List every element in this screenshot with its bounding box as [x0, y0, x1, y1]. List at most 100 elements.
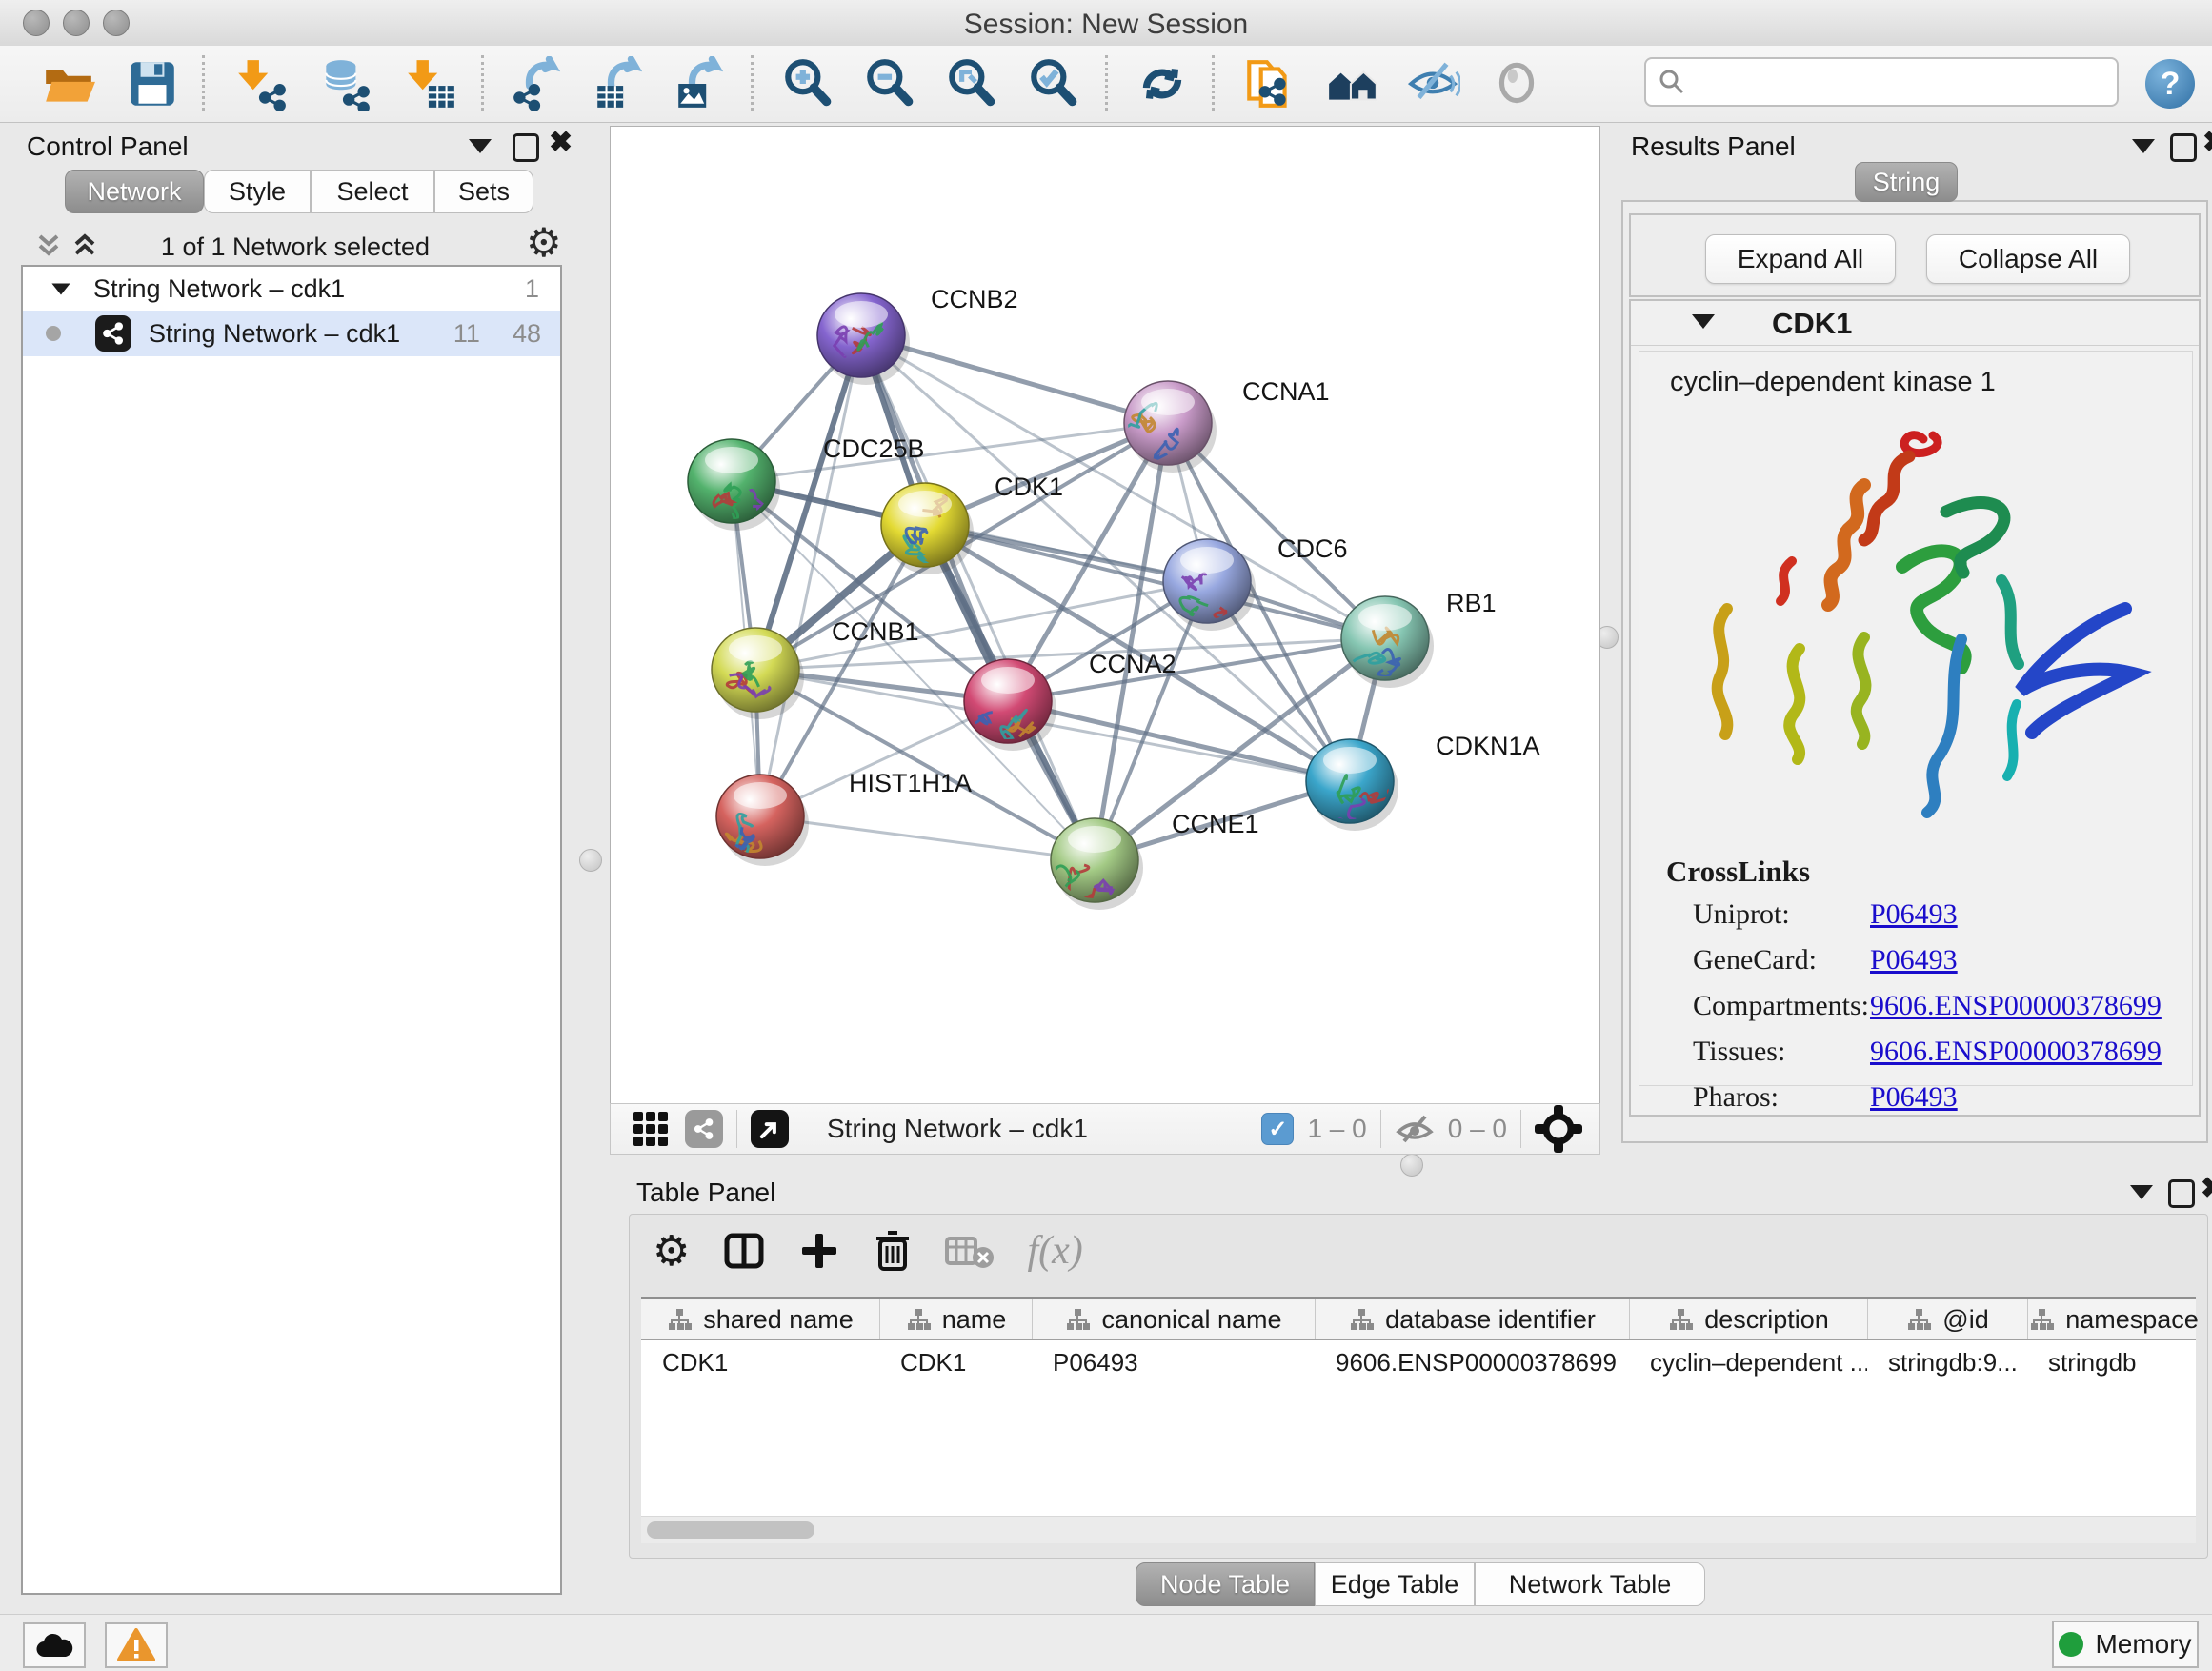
tab-edge-table[interactable]: Edge Table [1315, 1562, 1475, 1606]
node-section-header[interactable]: CDK1 [1631, 301, 2199, 346]
import-network-file-icon[interactable] [231, 53, 292, 114]
warnings-button[interactable] [105, 1622, 168, 1668]
panel-float-icon[interactable] [2170, 133, 2197, 162]
panel-float-icon[interactable] [2168, 1179, 2195, 1208]
column-header-shared-name[interactable]: shared name [641, 1299, 879, 1339]
open-in-window-icon[interactable] [751, 1110, 789, 1148]
network-node-CDK1[interactable]: CDK1 [881, 473, 1063, 574]
show-all-icon[interactable] [1486, 53, 1547, 114]
delete-column-trash-icon[interactable] [873, 1229, 913, 1273]
panel-menu-icon[interactable] [2132, 139, 2155, 153]
network-view-toolbar: String Network – cdk1 ✓ 1 – 0 0 – 0 [610, 1103, 1600, 1155]
export-table-icon[interactable] [589, 53, 650, 114]
table-cell: CDK1 [879, 1340, 1032, 1382]
network-node-CDKN1A[interactable]: CDKN1A [1306, 732, 1540, 831]
hidden-eye-slash-icon[interactable] [1395, 1113, 1435, 1145]
column-header-canonical-name[interactable]: canonical name [1032, 1299, 1315, 1339]
tab-style[interactable]: Style [204, 170, 311, 213]
column-header-namespace[interactable]: namespace [2027, 1299, 2200, 1339]
apply-layout-icon[interactable] [1132, 53, 1193, 114]
question-mark-icon: ? [2161, 66, 2181, 103]
first-neighbors-icon[interactable] [1322, 53, 1383, 114]
tab-network[interactable]: Network [65, 170, 204, 213]
export-network-icon[interactable] [507, 53, 568, 114]
network-node-RB1[interactable]: RB1 [1341, 589, 1497, 688]
network-graph[interactable]: CCNB2CCNA1CDC25BCDK1CDC6RB1CCNB1CCNA2CDK… [611, 127, 1599, 1104]
network-collection-row[interactable]: String Network – cdk1 1 [23, 267, 560, 311]
panel-close-icon[interactable]: ✖ [2202, 131, 2212, 155]
table-header-row: shared namenamecanonical namedatabase id… [641, 1297, 2196, 1340]
function-builder-icon[interactable]: f(x) [1027, 1228, 1082, 1274]
node-label: CDC6 [1277, 534, 1348, 563]
add-column-plus-icon[interactable] [798, 1230, 840, 1272]
delete-table-icon[interactable] [945, 1231, 995, 1271]
hide-selected-icon[interactable] [1402, 53, 1463, 114]
cloud-status-button[interactable] [23, 1622, 86, 1668]
network-edge[interactable] [1008, 701, 1350, 781]
import-network-database-icon[interactable] [314, 53, 375, 114]
column-header-description[interactable]: description [1629, 1299, 1867, 1339]
panel-close-icon[interactable]: ✖ [2201, 1177, 2212, 1201]
selected-count-checkbox[interactable]: ✓ [1261, 1113, 1294, 1145]
tab-sets[interactable]: Sets [434, 170, 533, 213]
network-node-CCNE1[interactable]: CCNE1 [1045, 810, 1258, 910]
show-columns-icon[interactable] [722, 1229, 766, 1273]
crosslink-value-link[interactable]: 9606.ENSP00000378699 [1870, 1036, 2162, 1068]
crosslink-row: Tissues:9606.ENSP00000378699 [1693, 1036, 2169, 1081]
column-header-database-identifier[interactable]: database identifier [1315, 1299, 1629, 1339]
panel-float-icon[interactable] [513, 133, 539, 162]
search-field[interactable] [1644, 57, 2119, 107]
crosslink-value-link[interactable]: 9606.ENSP00000378699 [1870, 990, 2162, 1022]
crosslink-value-link[interactable]: P06493 [1870, 898, 1958, 931]
network-options-gear-icon[interactable]: ⚙ [526, 219, 562, 266]
help-button[interactable]: ? [2145, 59, 2195, 109]
export-image-icon[interactable] [670, 53, 731, 114]
collapse-all-icon[interactable] [32, 229, 65, 261]
fit-center-crosshair-icon[interactable] [1535, 1105, 1582, 1153]
zoom-selected-icon[interactable] [1023, 53, 1084, 114]
expand-all-button[interactable]: Expand All [1705, 234, 1896, 284]
new-network-from-selection-icon[interactable] [1238, 53, 1299, 114]
collapse-all-button[interactable]: Collapse All [1926, 234, 2130, 284]
import-table-icon[interactable] [400, 53, 461, 114]
column-header--id[interactable]: @id [1867, 1299, 2027, 1339]
tree-expand-icon[interactable] [51, 283, 70, 294]
network-row-selected[interactable]: String Network – cdk1 11 48 [23, 311, 560, 356]
tab-select[interactable]: Select [311, 170, 434, 213]
zoom-in-icon[interactable] [777, 53, 838, 114]
search-input[interactable] [1686, 67, 2090, 98]
open-file-icon[interactable] [38, 53, 99, 114]
zoom-out-icon[interactable] [859, 53, 920, 114]
section-collapse-icon[interactable] [1692, 314, 1715, 329]
network-node-CCNA1[interactable]: CCNA1 [1109, 377, 1330, 473]
column-type-icon [667, 1307, 692, 1332]
table-horizontal-scrollbar[interactable] [641, 1516, 2196, 1543]
save-session-icon[interactable] [122, 53, 183, 114]
network-type-share-icon[interactable] [685, 1110, 723, 1148]
panel-menu-icon[interactable] [2130, 1185, 2153, 1199]
scrollbar-thumb[interactable] [647, 1521, 814, 1539]
network-share-icon [95, 315, 131, 352]
check-icon: ✓ [1268, 1116, 1287, 1143]
network-view-canvas[interactable]: CCNB2CCNA1CDC25BCDK1CDC6RB1CCNB1CCNA2CDK… [610, 126, 1600, 1105]
tab-network-table[interactable]: Network Table [1475, 1562, 1705, 1606]
birds-eye-view-icon[interactable] [633, 1112, 668, 1146]
collection-name: String Network – cdk1 [93, 274, 345, 304]
crosslink-value-link[interactable]: P06493 [1870, 944, 1958, 976]
zoom-fit-icon[interactable] [941, 53, 1002, 114]
tab-string[interactable]: String [1855, 162, 1958, 202]
expand-all-icon[interactable] [69, 229, 101, 261]
left-splitter-handle[interactable] [579, 849, 602, 872]
memory-status-button[interactable]: Memory [2052, 1621, 2199, 1668]
network-node-HIST1H1A[interactable]: HIST1H1A [716, 769, 972, 866]
memory-label: Memory [2095, 1629, 2191, 1660]
network-edge[interactable] [760, 335, 861, 816]
panel-menu-icon[interactable] [469, 139, 492, 153]
panel-close-icon[interactable]: ✖ [549, 131, 573, 155]
tab-node-table[interactable]: Node Table [1136, 1562, 1315, 1606]
table-settings-gear-icon[interactable]: ⚙ [653, 1227, 690, 1276]
crosslink-value-link[interactable]: P06493 [1870, 1081, 1958, 1114]
column-header-name[interactable]: name [879, 1299, 1032, 1339]
table-row[interactable]: CDK1CDK1P064939606.ENSP00000378699cyclin… [641, 1340, 2196, 1382]
network-edge[interactable] [760, 816, 1095, 860]
